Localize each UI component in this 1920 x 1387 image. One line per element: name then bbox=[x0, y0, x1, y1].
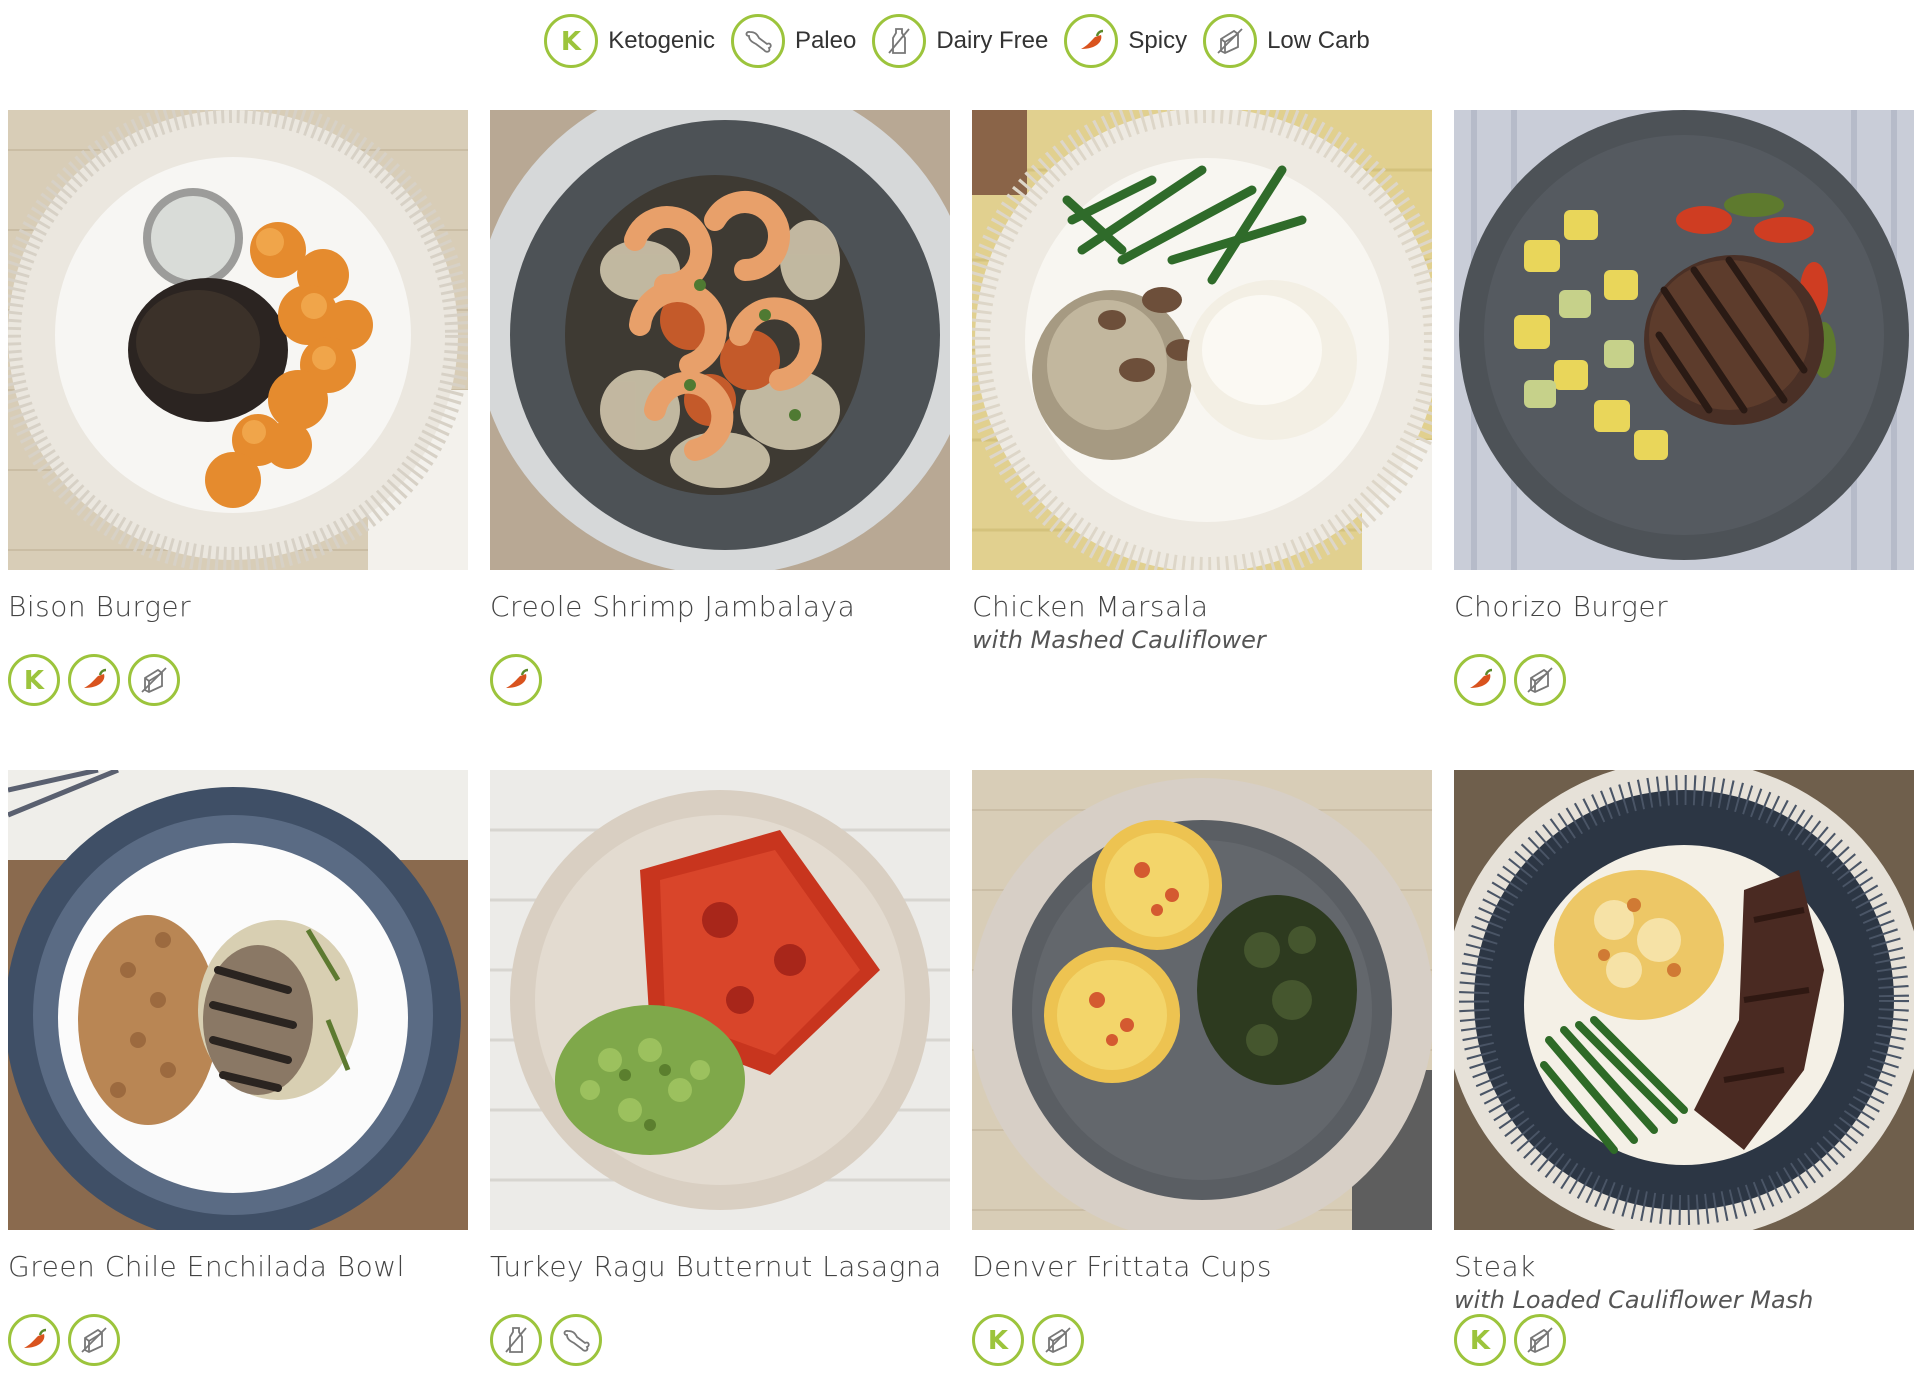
meal-name[interactable]: Creole Shrimp Jambalaya bbox=[490, 590, 950, 624]
dairy-free-icon bbox=[872, 14, 927, 68]
dairy-free-icon bbox=[490, 1314, 542, 1366]
low-carb-icon bbox=[128, 654, 180, 706]
meal-photo[interactable] bbox=[490, 110, 950, 570]
meal-grid: Bison Burger K Creole Shrimp Jambalaya C… bbox=[8, 110, 1914, 1387]
meal-photo[interactable] bbox=[8, 770, 468, 1230]
svg-text:K: K bbox=[988, 1326, 1009, 1356]
svg-text:K: K bbox=[24, 666, 45, 696]
legend-label: Dairy Free bbox=[936, 27, 1049, 54]
diet-badges: K bbox=[1454, 1314, 1566, 1366]
spicy-icon bbox=[1064, 14, 1119, 68]
meal-subtitle bbox=[490, 1286, 950, 1316]
meal-subtitle bbox=[972, 1286, 1432, 1316]
meal-subtitle bbox=[8, 1286, 468, 1316]
spicy-icon bbox=[1454, 654, 1506, 706]
spicy-icon bbox=[68, 654, 120, 706]
paleo-icon bbox=[730, 14, 785, 68]
low-carb-icon bbox=[1032, 1314, 1084, 1366]
low-carb-icon bbox=[1203, 14, 1258, 68]
diet-badges bbox=[490, 1314, 602, 1366]
meal-name[interactable]: Steak bbox=[1454, 1250, 1914, 1284]
diet-badges bbox=[8, 1314, 120, 1366]
low-carb-icon bbox=[1514, 1314, 1566, 1366]
keto-icon: K bbox=[544, 14, 599, 68]
meal-card[interactable]: Green Chile Enchilada Bowl bbox=[8, 770, 468, 1387]
legend-item-paleo[interactable]: Paleo bbox=[730, 14, 862, 68]
meal-name[interactable]: Green Chile Enchilada Bowl bbox=[8, 1250, 468, 1284]
meal-name[interactable]: Denver Frittata Cups bbox=[972, 1250, 1432, 1284]
diet-badges: K bbox=[972, 1314, 1084, 1366]
meal-card[interactable]: Bison Burger K bbox=[8, 110, 468, 770]
diet-badges: K bbox=[8, 654, 180, 706]
meal-card[interactable]: Turkey Ragu Butternut Lasagna bbox=[490, 770, 950, 1387]
meal-name[interactable]: Chicken Marsala bbox=[972, 590, 1432, 624]
spicy-icon bbox=[8, 1314, 60, 1366]
meal-card[interactable]: Chicken Marsala with Mashed Cauliflower bbox=[972, 110, 1432, 770]
meal-subtitle: with Loaded Cauliflower Mash bbox=[1454, 1286, 1814, 1314]
meal-subtitle: with Mashed Cauliflower bbox=[972, 626, 1266, 654]
meal-card[interactable]: Chorizo Burger bbox=[1454, 110, 1914, 770]
meal-name[interactable]: Turkey Ragu Butternut Lasagna bbox=[490, 1250, 950, 1284]
meal-card[interactable]: Steak with Loaded Cauliflower Mash K bbox=[1454, 770, 1914, 1387]
meal-photo[interactable] bbox=[8, 110, 468, 570]
meal-card[interactable]: Denver Frittata Cups K bbox=[972, 770, 1432, 1387]
low-carb-icon bbox=[1514, 654, 1566, 706]
diet-legend: K Ketogenic Paleo Dairy Free Spicy Low C… bbox=[0, 14, 1920, 68]
meal-subtitle bbox=[8, 626, 468, 656]
meal-card[interactable]: Creole Shrimp Jambalaya bbox=[490, 110, 950, 770]
meal-subtitle bbox=[1454, 626, 1914, 656]
legend-item-low-carb[interactable]: Low Carb bbox=[1203, 14, 1376, 68]
legend-item-dairy-free[interactable]: Dairy Free bbox=[872, 14, 1054, 68]
keto-icon: K bbox=[972, 1314, 1024, 1366]
paleo-icon bbox=[550, 1314, 602, 1366]
legend-item-spicy[interactable]: Spicy bbox=[1064, 14, 1193, 68]
low-carb-icon bbox=[68, 1314, 120, 1366]
meal-name[interactable]: Chorizo Burger bbox=[1454, 590, 1914, 624]
legend-label: Low Carb bbox=[1267, 27, 1370, 54]
legend-label: Ketogenic bbox=[608, 27, 715, 54]
svg-text:K: K bbox=[1470, 1326, 1491, 1356]
legend-item-ketogenic[interactable]: K Ketogenic bbox=[544, 14, 721, 68]
spicy-icon bbox=[490, 654, 542, 706]
keto-icon: K bbox=[8, 654, 60, 706]
diet-badges bbox=[1454, 654, 1566, 706]
meal-photo[interactable] bbox=[1454, 770, 1914, 1230]
meal-photo[interactable] bbox=[490, 770, 950, 1230]
meal-name[interactable]: Bison Burger bbox=[8, 590, 468, 624]
meal-photo[interactable] bbox=[1454, 110, 1914, 570]
keto-icon: K bbox=[1454, 1314, 1506, 1366]
meal-photo[interactable] bbox=[972, 110, 1432, 570]
diet-badges bbox=[490, 654, 542, 706]
legend-label: Paleo bbox=[794, 27, 857, 54]
legend-label: Spicy bbox=[1128, 27, 1188, 54]
meal-subtitle bbox=[490, 626, 950, 656]
meal-photo[interactable] bbox=[972, 770, 1432, 1230]
svg-text:K: K bbox=[561, 27, 582, 57]
